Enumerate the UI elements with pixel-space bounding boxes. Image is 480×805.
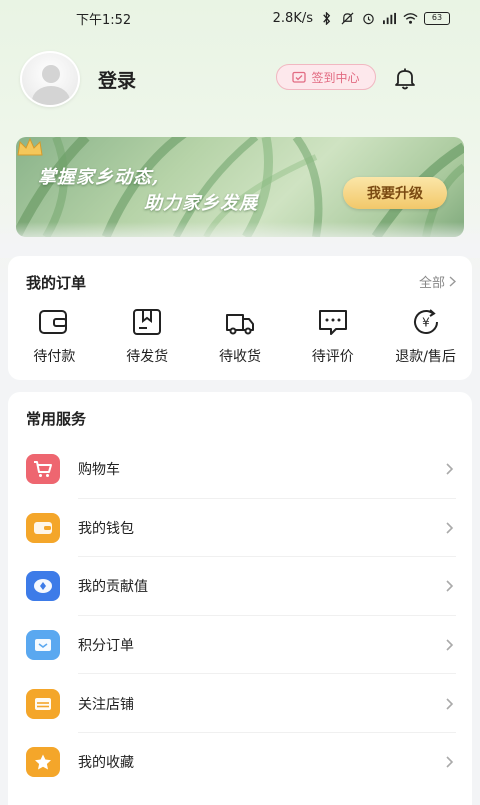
service-cart[interactable]: 购物车 [8, 440, 472, 499]
wifi-icon [403, 12, 418, 24]
service-label: 我的贡献值 [78, 579, 148, 596]
store-icon [26, 688, 60, 719]
chevron-right-icon [446, 522, 454, 534]
services-list: 购物车 我的钱包 我的贡献值 积分订单 关注店铺 我的收藏 [8, 440, 472, 792]
avatar-head-icon [42, 65, 60, 83]
truck-icon [225, 314, 254, 335]
signal-icon [383, 12, 396, 24]
svg-text:¥: ¥ [422, 316, 430, 330]
service-label: 我的钱包 [78, 520, 134, 537]
order-label: 待评价 [311, 349, 354, 365]
order-label: 待收货 [218, 349, 261, 365]
diamond-icon [26, 571, 60, 602]
order-label: 待付款 [33, 349, 76, 365]
chevron-right-icon [446, 698, 454, 710]
status-time: 下午1:52 [76, 12, 132, 28]
crown-icon [17, 137, 43, 156]
bluetooth-icon [323, 11, 331, 25]
chevron-right-icon [446, 639, 454, 651]
banner-headline: 掌握家乡动态, [38, 167, 160, 188]
orders-title: 我的订单 [26, 274, 87, 292]
chevron-right-icon [446, 463, 454, 475]
status-indicators: 2.8K/s 63 [273, 11, 450, 26]
service-label: 我的收藏 [78, 755, 134, 772]
upgrade-button[interactable]: 我要升级 [343, 177, 447, 209]
service-contribution[interactable]: 我的贡献值 [8, 557, 472, 616]
order-refund-aftersales[interactable]: ¥ 退款/售后 [379, 306, 472, 370]
mail-icon [26, 630, 60, 661]
status-bar: 下午1:52 2.8K/s 63 [0, 0, 480, 36]
checkin-label: 签到中心 [311, 70, 360, 85]
cart-icon [26, 454, 60, 485]
chevron-right-icon [446, 756, 454, 768]
services-title: 常用服务 [26, 410, 87, 428]
calendar-check-icon [292, 71, 307, 83]
see-all-label: 全部 [418, 276, 445, 291]
my-orders-card: 我的订单 全部 待付款 待发货 待收货 待评价 ¥ 退款/售后 [8, 256, 472, 380]
order-pending-shipment[interactable]: 待发货 [101, 306, 194, 370]
banner-fade [0, 222, 480, 258]
refund-icon: ¥ [413, 309, 438, 334]
net-speed: 2.8K/s [272, 10, 313, 26]
order-label: 退款/售后 [395, 349, 456, 365]
battery-indicator: 63 [424, 11, 450, 25]
service-label: 关注店铺 [78, 696, 134, 713]
service-followed-stores[interactable]: 关注店铺 [8, 674, 472, 733]
avatar-body-icon [32, 86, 70, 105]
login-link[interactable]: 登录 [98, 66, 136, 93]
order-pending-review[interactable]: 待评价 [286, 306, 379, 370]
order-pending-payment[interactable]: 待付款 [8, 306, 101, 370]
service-favorites[interactable]: 我的收藏 [8, 733, 472, 792]
star-icon [26, 747, 60, 778]
service-points-orders[interactable]: 积分订单 [8, 616, 472, 675]
banner-subheadline: 助力家乡发展 [144, 193, 258, 214]
alarm-icon [363, 13, 374, 24]
see-all-orders-link[interactable]: 全部 [419, 272, 456, 291]
profile-header: 登录 签到中心 [20, 50, 460, 108]
service-label: 积分订单 [78, 638, 134, 655]
service-label: 购物车 [78, 462, 120, 479]
service-wallet[interactable]: 我的钱包 [8, 499, 472, 558]
chevron-right-icon [446, 580, 454, 593]
order-status-row: 待付款 待发货 待收货 待评价 ¥ 退款/售后 [8, 306, 472, 370]
checkin-center-button[interactable]: 签到中心 [276, 64, 376, 90]
wallet-icon [39, 310, 68, 334]
order-label: 待发货 [126, 349, 169, 365]
wallet-icon [26, 512, 60, 543]
chevron-right-icon [449, 276, 456, 287]
mute-icon [341, 12, 354, 24]
comment-icon [318, 310, 347, 335]
avatar[interactable] [20, 51, 80, 107]
package-icon [133, 309, 162, 335]
bell-icon[interactable] [392, 65, 418, 91]
order-pending-receipt[interactable]: 待收货 [194, 306, 287, 370]
common-services-card: 常用服务 购物车 我的钱包 我的贡献值 积分订单 关注店铺 我的收藏 [8, 392, 472, 805]
